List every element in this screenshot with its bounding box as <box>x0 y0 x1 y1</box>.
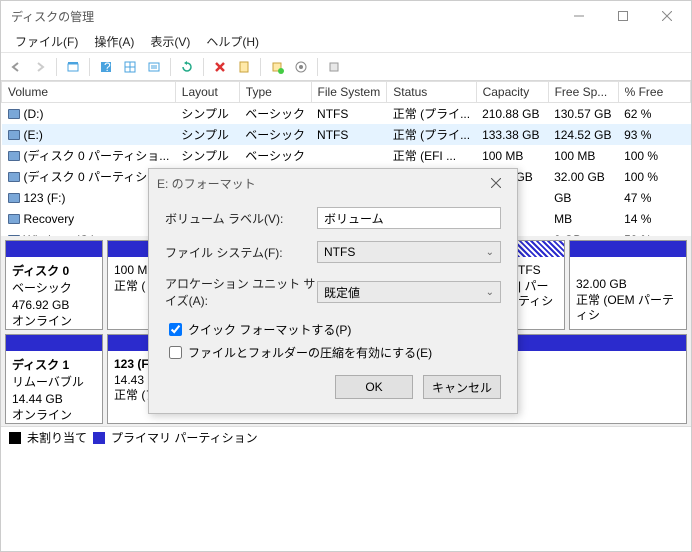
col-status[interactable]: Status <box>387 82 476 103</box>
drive-icon <box>8 172 20 182</box>
drive-icon <box>8 193 20 203</box>
refresh-icon[interactable] <box>176 56 198 78</box>
minimize-button[interactable] <box>557 2 601 30</box>
legend-unallocated: 未割り当て <box>27 429 87 446</box>
compress-label: ファイルとフォルダーの圧縮を有効にする(E) <box>188 344 432 361</box>
menu-action[interactable]: 操作(A) <box>86 31 142 52</box>
maximize-button[interactable] <box>601 2 645 30</box>
cancel-button[interactable]: キャンセル <box>423 375 501 399</box>
ok-button[interactable]: OK <box>335 375 413 399</box>
volume-row[interactable]: (D:)シンプルベーシックNTFS正常 (プライ...210.88 GB130.… <box>2 103 691 125</box>
allocation-label: アロケーション ユニット サイズ(A): <box>165 275 317 309</box>
new-volume-icon[interactable] <box>266 56 288 78</box>
col-free[interactable]: Free Sp... <box>548 82 618 103</box>
delete-icon[interactable] <box>209 56 231 78</box>
menu-view[interactable]: 表示(V) <box>142 31 198 52</box>
dialog-close-button[interactable] <box>483 173 509 193</box>
volume-label-input[interactable] <box>317 207 501 229</box>
col-volume[interactable]: Volume <box>2 82 176 103</box>
back-button[interactable] <box>5 56 27 78</box>
compress-checkbox[interactable] <box>169 346 182 359</box>
properties-icon[interactable] <box>233 56 255 78</box>
disk-1-label: ディスク 1 リムーバブル 14.44 GB オンライン <box>5 334 103 424</box>
volume-row[interactable]: (E:)シンプルベーシックNTFS正常 (プライ...133.38 GB124.… <box>2 124 691 145</box>
disk-0-label: ディスク 0 ベーシック 476.92 GB オンライン <box>5 240 103 330</box>
chevron-down-icon: ⌄ <box>486 247 494 258</box>
allocation-select[interactable]: 既定値 ⌄ <box>317 281 501 303</box>
volume-row[interactable]: (ディスク 0 パーティショ...シンプルベーシック正常 (EFI ...100… <box>2 145 691 166</box>
help-icon[interactable]: ? <box>95 56 117 78</box>
quick-format-checkbox[interactable] <box>169 323 182 336</box>
toolbar: ? <box>1 53 691 81</box>
settings-icon[interactable] <box>290 56 312 78</box>
filesystem-label: ファイル システム(F): <box>165 244 317 261</box>
legend-primary-swatch <box>93 432 105 444</box>
window-title: ディスクの管理 <box>11 8 557 25</box>
svg-text:?: ? <box>104 60 111 74</box>
menu-help[interactable]: ヘルプ(H) <box>198 31 267 52</box>
column-headers[interactable]: Volume Layout Type File System Status Ca… <box>2 82 691 103</box>
view-icon[interactable] <box>62 56 84 78</box>
drive-icon <box>8 130 20 140</box>
col-type[interactable]: Type <box>239 82 311 103</box>
menu-file[interactable]: ファイル(F) <box>7 31 86 52</box>
dialog-title: E: のフォーマット <box>157 175 483 192</box>
quick-format-label: クイック フォーマットする(P) <box>188 321 351 338</box>
chevron-down-icon: ⌄ <box>486 287 494 298</box>
drive-icon <box>8 151 20 161</box>
col-fs[interactable]: File System <box>311 82 387 103</box>
volume-label-label: ボリューム ラベル(V): <box>165 210 317 227</box>
list-icon[interactable] <box>143 56 165 78</box>
disk-0-part-1[interactable]: TFS | パーティシ <box>511 240 565 330</box>
legend-unallocated-swatch <box>9 432 21 444</box>
drive-icon <box>8 109 20 119</box>
col-layout[interactable]: Layout <box>175 82 239 103</box>
format-dialog: E: のフォーマット ボリューム ラベル(V): ファイル システム(F): N… <box>148 168 518 414</box>
table-icon[interactable] <box>119 56 141 78</box>
col-capacity[interactable]: Capacity <box>476 82 548 103</box>
filesystem-select[interactable]: NTFS ⌄ <box>317 241 501 263</box>
forward-button[interactable] <box>29 56 51 78</box>
close-button[interactable] <box>645 2 689 30</box>
legend: 未割り当て プライマリ パーティション <box>1 426 691 448</box>
legend-primary: プライマリ パーティション <box>111 429 258 446</box>
title-bar: ディスクの管理 <box>1 1 691 31</box>
menu-bar: ファイル(F) 操作(A) 表示(V) ヘルプ(H) <box>1 31 691 53</box>
disk-0-part-2[interactable]: 32.00 GB 正常 (OEM パーティシ <box>569 240 687 330</box>
dialog-title-bar[interactable]: E: のフォーマット <box>149 169 517 197</box>
drive-icon <box>8 235 20 236</box>
drive-icon <box>8 214 20 224</box>
col-pct[interactable]: % Free <box>618 82 690 103</box>
wizard-icon[interactable] <box>323 56 345 78</box>
